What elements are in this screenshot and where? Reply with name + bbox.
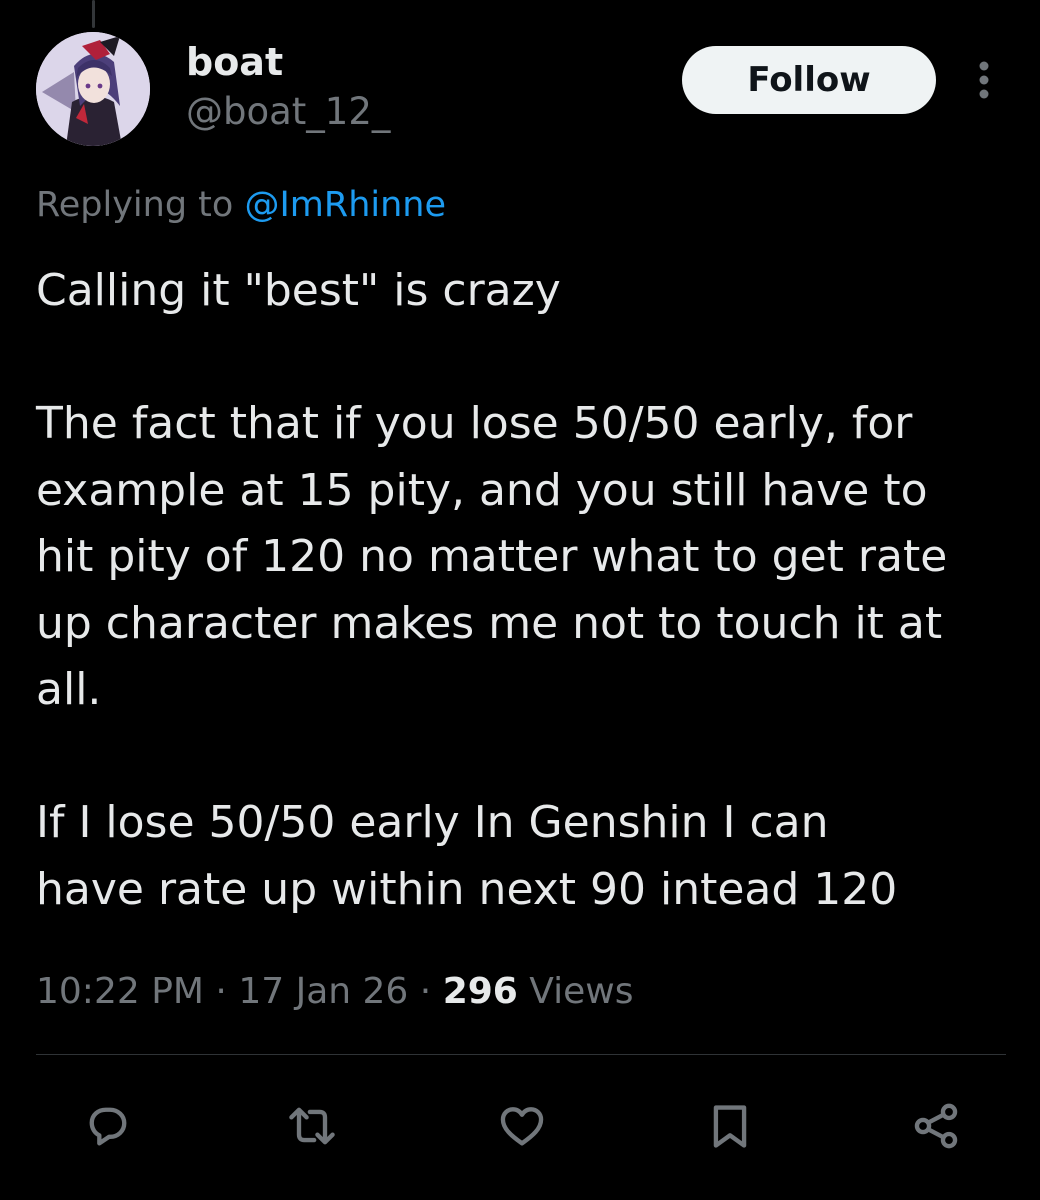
- thread-connector-line: [92, 0, 95, 28]
- meta-separator: ·: [215, 971, 227, 1012]
- tweet-time[interactable]: 10:22 PM: [36, 971, 204, 1012]
- replying-to-prefix: Replying to: [36, 185, 245, 225]
- share-button[interactable]: [908, 1098, 964, 1154]
- repost-icon: [289, 1107, 335, 1145]
- replying-to-line: Replying to @ImRhinne: [36, 180, 446, 230]
- meta-separator: ·: [419, 971, 432, 1012]
- tweet-date[interactable]: 17 Jan 26: [238, 971, 408, 1012]
- more-vertical-icon: [979, 61, 989, 99]
- like-button[interactable]: [494, 1098, 550, 1154]
- tweet-paragraph-1: Calling it "best" is crazy: [36, 265, 561, 316]
- repost-button[interactable]: [284, 1098, 340, 1154]
- heart-icon: [500, 1107, 544, 1146]
- author-info[interactable]: boat @boat_12_: [186, 38, 390, 136]
- more-options-button[interactable]: [964, 56, 1004, 104]
- avatar[interactable]: [36, 32, 150, 146]
- views-count[interactable]: 296: [443, 971, 518, 1012]
- author-display-name[interactable]: boat: [186, 38, 390, 86]
- avatar-image: [36, 32, 150, 146]
- replying-to-link[interactable]: @ImRhinne: [244, 185, 446, 225]
- tweet-paragraph-3: If I lose 50/50 early In Genshin I can h…: [36, 797, 898, 915]
- bookmark-icon: [713, 1105, 747, 1148]
- reply-icon: [89, 1107, 127, 1146]
- tweet-paragraph-2: The fact that if you lose 50/50 early, f…: [36, 398, 948, 715]
- views-label[interactable]: Views: [529, 971, 633, 1012]
- share-icon: [914, 1103, 958, 1149]
- tweet-metadata: 10:22 PM · 17 Jan 26 · 296 Views: [36, 966, 633, 1018]
- follow-button[interactable]: Follow: [682, 46, 936, 114]
- bookmark-button[interactable]: [702, 1098, 758, 1154]
- tweet-text: Calling it "best" is crazy The fact that…: [36, 258, 1016, 923]
- reply-button[interactable]: [80, 1098, 136, 1154]
- action-bar-divider: [36, 1054, 1006, 1055]
- author-handle[interactable]: @boat_12_: [186, 88, 390, 136]
